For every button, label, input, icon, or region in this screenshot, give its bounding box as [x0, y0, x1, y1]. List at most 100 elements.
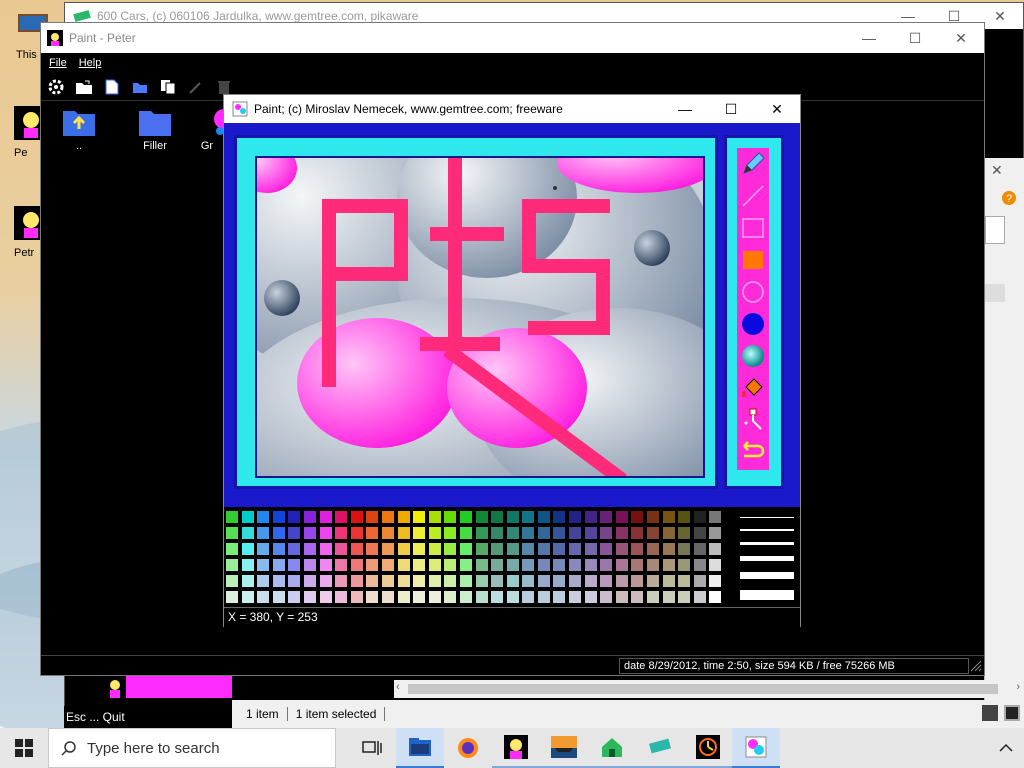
- palette-swatch[interactable]: [552, 526, 567, 540]
- palette-swatch[interactable]: [334, 526, 349, 540]
- palette-swatch[interactable]: [583, 558, 598, 572]
- palette-swatch[interactable]: [271, 558, 286, 572]
- palette-swatch[interactable]: [490, 590, 505, 604]
- palette-swatch[interactable]: [661, 542, 676, 556]
- scroll-right-icon[interactable]: ›: [1016, 681, 1020, 693]
- palette-swatch[interactable]: [365, 590, 380, 604]
- palette-swatch[interactable]: [412, 542, 427, 556]
- palette-swatch[interactable]: [287, 526, 302, 540]
- palette-swatch[interactable]: [427, 590, 442, 604]
- palette-swatch[interactable]: [302, 542, 317, 556]
- palette-swatch[interactable]: [427, 510, 442, 524]
- copy-button[interactable]: [159, 78, 177, 96]
- palette-swatch[interactable]: [412, 558, 427, 572]
- palette-swatch[interactable]: [458, 510, 473, 524]
- palette-swatch[interactable]: [614, 510, 629, 524]
- palette-swatch[interactable]: [505, 542, 520, 556]
- palette-swatch[interactable]: [599, 542, 614, 556]
- palette-swatch[interactable]: [692, 542, 707, 556]
- palette-swatch[interactable]: [583, 526, 598, 540]
- palette-swatch[interactable]: [599, 590, 614, 604]
- palette-swatch[interactable]: [552, 558, 567, 572]
- palette-swatch[interactable]: [443, 574, 458, 588]
- palette-swatch[interactable]: [677, 526, 692, 540]
- palette-swatch[interactable]: [443, 590, 458, 604]
- open-button[interactable]: [75, 78, 93, 96]
- palette-swatch[interactable]: [412, 510, 427, 524]
- line-width-4[interactable]: [740, 555, 794, 561]
- palette-swatch[interactable]: [661, 510, 676, 524]
- palette-swatch[interactable]: [661, 526, 676, 540]
- palette-swatch[interactable]: [630, 590, 645, 604]
- palette-swatch[interactable]: [240, 526, 255, 540]
- help-icon[interactable]: ?: [1001, 190, 1017, 206]
- palette-swatch[interactable]: [692, 526, 707, 540]
- palette-swatch[interactable]: [349, 558, 364, 572]
- palette-swatch[interactable]: [256, 510, 271, 524]
- palette-swatch[interactable]: [271, 526, 286, 540]
- palette-swatch[interactable]: [225, 526, 239, 540]
- new-file-button[interactable]: [103, 78, 121, 96]
- palette-swatch[interactable]: [334, 510, 349, 524]
- palette-swatch[interactable]: [521, 542, 536, 556]
- palette-swatch[interactable]: [474, 542, 489, 556]
- palette-swatch[interactable]: [240, 542, 255, 556]
- taskbar-app-boats[interactable]: [540, 728, 588, 768]
- palette-swatch[interactable]: [521, 510, 536, 524]
- palette-swatch[interactable]: [365, 558, 380, 572]
- palette-swatch[interactable]: [256, 542, 271, 556]
- palette-swatch[interactable]: [349, 590, 364, 604]
- line-width-5[interactable]: [740, 571, 794, 579]
- palette-swatch[interactable]: [614, 526, 629, 540]
- palette-swatch[interactable]: [458, 558, 473, 572]
- palette-swatch[interactable]: [568, 574, 583, 588]
- palette-swatch[interactable]: [521, 526, 536, 540]
- palette-swatch[interactable]: [396, 574, 411, 588]
- palette-swatch[interactable]: [318, 574, 333, 588]
- palette-swatch[interactable]: [599, 526, 614, 540]
- line-width-2[interactable]: [740, 528, 794, 531]
- taskbar-app-paint[interactable]: [732, 728, 780, 768]
- palette-swatch[interactable]: [427, 574, 442, 588]
- palette-swatch[interactable]: [614, 542, 629, 556]
- palette-swatch[interactable]: [334, 590, 349, 604]
- palette-swatch[interactable]: [396, 542, 411, 556]
- palette-swatch[interactable]: [256, 590, 271, 604]
- palette-swatch[interactable]: [396, 558, 411, 572]
- settings-button[interactable]: [47, 78, 65, 96]
- palette-swatch[interactable]: [646, 526, 661, 540]
- taskbar-app-cars[interactable]: [636, 728, 684, 768]
- palette-swatch[interactable]: [271, 574, 286, 588]
- palette-swatch[interactable]: [583, 574, 598, 588]
- peter-titlebar[interactable]: Paint - Peter — ☐ ✕: [41, 23, 984, 53]
- palette-swatch[interactable]: [536, 558, 551, 572]
- palette-swatch[interactable]: [490, 510, 505, 524]
- palette-swatch[interactable]: [256, 558, 271, 572]
- palette-swatch[interactable]: [318, 526, 333, 540]
- palette-swatch[interactable]: [708, 526, 723, 540]
- palette-swatch[interactable]: [443, 542, 458, 556]
- task-view-button[interactable]: [348, 728, 396, 768]
- tool-rectangle[interactable]: [737, 212, 769, 244]
- palette-swatch[interactable]: [708, 510, 723, 524]
- file-item-parent[interactable]: ..: [49, 107, 109, 152]
- tool-sphere[interactable]: [737, 340, 769, 372]
- palette-swatch[interactable]: [536, 510, 551, 524]
- palette-swatch[interactable]: [412, 590, 427, 604]
- palette-swatch[interactable]: [240, 510, 255, 524]
- palette-swatch[interactable]: [646, 542, 661, 556]
- palette-swatch[interactable]: [568, 558, 583, 572]
- resize-grip-icon[interactable]: [970, 660, 982, 672]
- palette-swatch[interactable]: [708, 574, 723, 588]
- palette-swatch[interactable]: [365, 574, 380, 588]
- input-field[interactable]: [985, 216, 1005, 244]
- palette-swatch[interactable]: [396, 510, 411, 524]
- text-button[interactable]: [187, 78, 205, 96]
- scroll-left-icon[interactable]: ‹: [396, 681, 400, 693]
- palette-swatch[interactable]: [334, 558, 349, 572]
- palette-swatch[interactable]: [302, 574, 317, 588]
- palette-swatch[interactable]: [568, 510, 583, 524]
- palette-swatch[interactable]: [536, 574, 551, 588]
- palette-swatch[interactable]: [661, 558, 676, 572]
- palette-swatch[interactable]: [505, 574, 520, 588]
